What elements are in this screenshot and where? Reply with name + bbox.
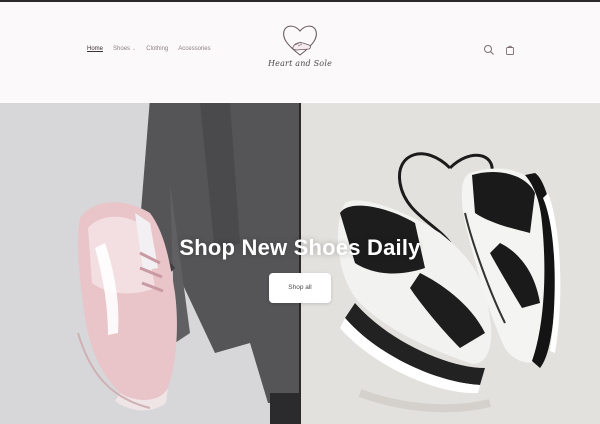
main-nav: Home Shoes ⌄ Clothing Accessories: [87, 46, 211, 52]
nav-item-label: Home: [87, 46, 104, 52]
search-button[interactable]: [483, 43, 495, 55]
hero-title: Shop New Shoes Daily: [179, 234, 421, 260]
nav-item-accessories[interactable]: Accessories: [178, 46, 210, 52]
site-logo[interactable]: Heart and Sole: [265, 19, 335, 75]
hero-content: Shop New Shoes Daily Shop all: [0, 103, 600, 424]
logo-text: Heart and Sole: [267, 59, 333, 68]
nav-item-label: Shoes: [113, 46, 131, 52]
nav-item-clothing[interactable]: Clothing: [146, 46, 168, 52]
hero-banner: Shop New Shoes Daily Shop all: [0, 103, 600, 424]
nav-item-shoes[interactable]: Shoes ⌄: [113, 46, 136, 52]
nav-item-label: Accessories: [178, 46, 211, 52]
cart-icon: [506, 45, 514, 55]
chevron-down-icon: ⌄: [132, 46, 137, 52]
nav-item-home[interactable]: Home: [87, 46, 103, 52]
heart-shoe-logo-icon: [283, 25, 317, 56]
nav-item-label: Clothing: [146, 46, 169, 52]
shop-all-button[interactable]: Shop all: [269, 272, 331, 303]
site-header: Home Shoes ⌄ Clothing Accessories Heart …: [0, 2, 600, 102]
search-icon: [484, 45, 494, 55]
cart-button[interactable]: [504, 43, 516, 55]
